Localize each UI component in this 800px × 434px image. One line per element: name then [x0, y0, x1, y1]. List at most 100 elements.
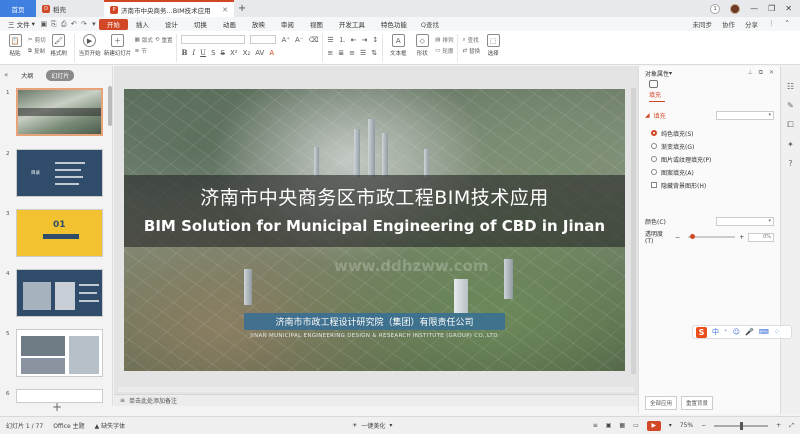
notes-pane[interactable]: ≡ 单击此处添加备注: [114, 394, 638, 406]
print-icon[interactable]: ⎙: [59, 19, 69, 29]
increase-font-icon[interactable]: A⁺: [281, 36, 289, 44]
slide-title-english[interactable]: BIM Solution for Municipal Engineering o…: [124, 217, 625, 235]
menu-design[interactable]: 设计: [157, 17, 186, 31]
underline-icon[interactable]: U: [200, 49, 206, 57]
sogou-logo-icon[interactable]: S: [696, 326, 707, 338]
menu-slideshow[interactable]: 放映: [244, 17, 273, 31]
copy-button[interactable]: ⧉ 复制: [28, 47, 46, 56]
fill-section-header[interactable]: ◢ 填充 ▾: [645, 110, 774, 120]
normal-view-icon[interactable]: ▣: [606, 422, 612, 429]
tab-outline[interactable]: 大纲: [16, 70, 38, 81]
reset-background-button[interactable]: 重置背景: [681, 396, 714, 410]
canvas-horizontal-scrollbar[interactable]: [118, 387, 634, 392]
bullet-list-icon[interactable]: ☰: [327, 36, 333, 44]
italic-icon[interactable]: I: [192, 49, 195, 57]
emoji-icon[interactable]: ☺: [733, 328, 740, 336]
reading-view-icon[interactable]: ▭: [633, 422, 639, 429]
subscript-icon[interactable]: X₂: [243, 49, 251, 57]
pin-icon[interactable]: ⊥: [747, 69, 752, 77]
indent-increase-icon[interactable]: ⇥: [362, 36, 368, 44]
option-hide-background[interactable]: 隐藏背景图形(H): [651, 180, 772, 190]
slide-sorter-icon[interactable]: ▦: [619, 422, 625, 429]
zoom-in-icon[interactable]: +: [776, 422, 781, 429]
tab-slides[interactable]: 幻灯片: [46, 69, 75, 81]
zoom-slider-knob[interactable]: [740, 421, 744, 430]
zoom-slider[interactable]: [714, 421, 769, 430]
slide-thumbnail-4[interactable]: 4: [0, 269, 103, 317]
theme-name[interactable]: Office 主题: [53, 421, 84, 430]
zoom-level[interactable]: 75%: [680, 422, 693, 429]
shadow-icon[interactable]: S: [211, 49, 215, 57]
share-button[interactable]: 分享: [745, 19, 758, 29]
decrease-font-icon[interactable]: A⁻: [295, 36, 303, 44]
menu-review[interactable]: 审阅: [273, 17, 302, 31]
minus-icon[interactable]: −: [675, 234, 680, 241]
align-left-icon[interactable]: ≡: [327, 49, 333, 57]
sync-status[interactable]: 未同步: [693, 19, 713, 29]
clear-format-icon[interactable]: ⌫: [308, 36, 318, 44]
chevron-up-icon[interactable]: ⌃: [785, 19, 790, 29]
slide-thumbnail-3[interactable]: 3 01: [0, 209, 103, 257]
apply-all-button[interactable]: 全部应用: [645, 396, 678, 410]
format-painter-button[interactable]: 🖌 格式刷: [48, 34, 70, 57]
properties-icon[interactable]: ☷: [787, 82, 794, 91]
file-menu[interactable]: 三 文件 ▾: [4, 19, 39, 29]
font-family-select[interactable]: [181, 35, 246, 44]
export-icon[interactable]: ⎘: [49, 19, 59, 29]
animation-icon[interactable]: ✦: [787, 140, 794, 149]
organization-name-chinese[interactable]: 济南市市政工程设计研究院（集团）有限责任公司: [244, 315, 505, 328]
float-icon[interactable]: ⧉: [759, 69, 763, 77]
menu-home[interactable]: 开始: [98, 18, 128, 30]
transparency-slider[interactable]: [688, 234, 736, 239]
slides-panel-scrollbar[interactable]: [108, 86, 112, 126]
slide-title-chinese[interactable]: 济南市中央商务区市政工程BIM技术应用: [124, 183, 625, 210]
transparency-value[interactable]: 0%: [748, 232, 774, 242]
plus-icon[interactable]: +: [739, 234, 744, 241]
close-tab-icon[interactable]: ✕: [222, 6, 228, 14]
char-spacing-icon[interactable]: AV: [255, 49, 264, 57]
slide-thumbnail-2[interactable]: 2 目录: [0, 149, 103, 197]
new-slide-button[interactable]: ＋ 新建幻灯片: [103, 34, 133, 57]
section-button[interactable]: ≡ 节: [135, 47, 153, 55]
canvas-vertical-scrollbar[interactable]: [631, 88, 636, 374]
select-button[interactable]: ⬚ 选择: [482, 34, 504, 57]
missing-font-indicator[interactable]: ▲ 缺失字体: [95, 421, 126, 430]
chevron-down-icon[interactable]: ▾: [669, 422, 672, 429]
text-direction-icon[interactable]: ⇅: [371, 49, 377, 57]
notification-badge[interactable]: 1: [710, 3, 721, 14]
chevron-down-icon[interactable]: ▾: [669, 70, 672, 77]
organization-name-english[interactable]: JINAN MUNICIPAL ENGINEERING DESIGN & RES…: [224, 333, 524, 339]
save-icon[interactable]: ▣: [39, 19, 49, 29]
option-solid-fill[interactable]: 纯色填充(S): [651, 128, 772, 138]
play-from-current-button[interactable]: ▶ 当页开始: [79, 34, 101, 57]
pen-icon[interactable]: ✎: [787, 101, 794, 110]
redo-icon[interactable]: ↷: [79, 19, 89, 29]
collaborate-button[interactable]: 协作: [722, 19, 735, 29]
align-center-icon[interactable]: ≣: [338, 49, 344, 57]
keyboard-icon[interactable]: ⌨: [759, 328, 769, 336]
avatar[interactable]: [730, 3, 741, 14]
layout-button[interactable]: ▦ 版式: [135, 36, 153, 44]
justify-icon[interactable]: ☰: [360, 49, 366, 57]
cut-button[interactable]: ✂ 剪切: [28, 36, 46, 44]
menu-animations[interactable]: 动画: [215, 17, 244, 31]
strikethrough-icon[interactable]: S: [221, 49, 225, 57]
indent-decrease-icon[interactable]: ⇤: [351, 36, 357, 44]
restore-icon[interactable]: ❐: [768, 4, 775, 13]
slider-knob[interactable]: [690, 234, 695, 239]
fill-type-dropdown[interactable]: ▾: [716, 110, 774, 120]
notes-toggle-icon[interactable]: ≡: [593, 422, 598, 429]
fit-window-icon[interactable]: ⤢: [789, 422, 794, 430]
option-pattern-fill[interactable]: 图案填充(A): [651, 167, 772, 177]
beautify-button[interactable]: ☀ 一键美化 ▾: [352, 421, 392, 430]
crop-icon[interactable]: ⧠: [787, 120, 793, 130]
numbered-list-icon[interactable]: ⒈: [339, 35, 346, 45]
voice-icon[interactable]: 🎤: [745, 328, 754, 336]
collapse-panel-icon[interactable]: «: [4, 71, 8, 79]
chinese-mode-icon[interactable]: 中: [712, 327, 719, 337]
slide-canvas[interactable]: 济南市中央商务区市政工程BIM技术应用 BIM Solution for Mun…: [124, 89, 625, 371]
new-tab-button[interactable]: +: [234, 0, 250, 17]
menu-view[interactable]: 视图: [302, 17, 331, 31]
menu-insert[interactable]: 插入: [128, 17, 157, 31]
slide-thumbnail-1[interactable]: 1: [0, 88, 103, 136]
